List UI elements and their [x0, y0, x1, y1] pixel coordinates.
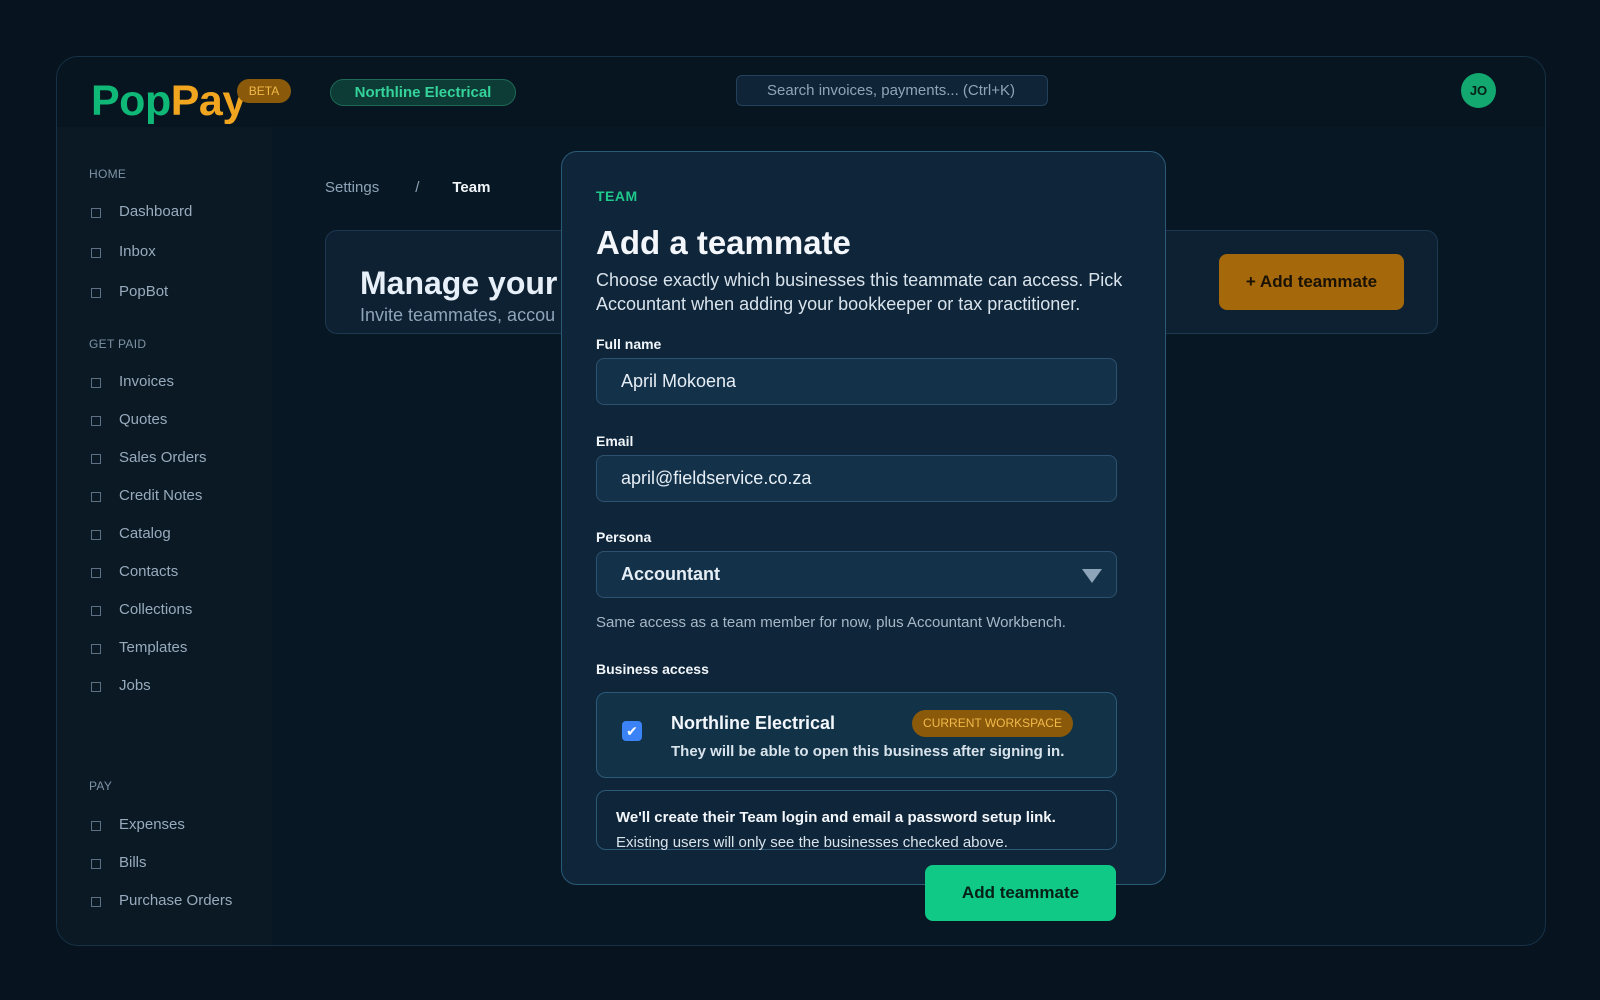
full-name-label: Full name	[596, 336, 662, 352]
sidebar-item-expenses[interactable]: Expenses	[91, 813, 185, 835]
logo: PopPay	[91, 77, 246, 125]
nav-icon	[91, 682, 101, 692]
beta-badge: BETA	[237, 79, 291, 103]
persona-select[interactable]: Accountant	[596, 551, 1117, 598]
sidebar-item-label: PopBot	[119, 282, 169, 300]
persona-label: Persona	[596, 529, 652, 545]
nav-icon	[91, 492, 101, 502]
nav-icon	[91, 568, 101, 578]
email-label: Email	[596, 433, 634, 449]
breadcrumb-current: Team	[452, 179, 491, 196]
dialog-title: Add a teammate	[596, 224, 851, 261]
sidebar: HOME Dashboard Inbox PopBot GET PAID Inv…	[57, 127, 272, 945]
invite-info-title: We'll create their Team login and email …	[616, 809, 1056, 826]
sidebar-item-bills[interactable]: Bills	[91, 851, 147, 873]
search-input[interactable]: Search invoices, payments... (Ctrl+K)	[736, 75, 1048, 106]
sidebar-item-invoices[interactable]: Invoices	[91, 370, 174, 392]
check-icon: ✔	[626, 723, 638, 739]
sidebar-section-home: HOME	[89, 167, 127, 181]
nav-icon	[91, 248, 101, 258]
sidebar-item-sales-orders[interactable]: Sales Orders	[91, 446, 207, 468]
nav-icon	[91, 530, 101, 540]
sidebar-item-jobs[interactable]: Jobs	[91, 674, 151, 696]
sidebar-item-label: Contacts	[119, 562, 179, 580]
nav-icon	[91, 454, 101, 464]
add-teammate-header-button[interactable]: + Add teammate	[1219, 254, 1404, 310]
sidebar-item-quotes[interactable]: Quotes	[91, 408, 167, 430]
current-workspace-badge: CURRENT WORKSPACE	[912, 710, 1073, 737]
add-teammate-dialog: TEAM Add a teammate Choose exactly which…	[561, 151, 1166, 885]
sidebar-item-label: Expenses	[119, 815, 185, 833]
breadcrumb-settings[interactable]: Settings	[325, 179, 379, 196]
nav-icon	[91, 606, 101, 616]
logo-pay: Pay	[170, 77, 247, 125]
sidebar-item-popbot[interactable]: PopBot	[91, 280, 168, 302]
sidebar-item-label: Dashboard	[119, 202, 193, 220]
nav-icon	[91, 644, 101, 654]
nav-icon	[91, 208, 101, 218]
nav-icon	[91, 416, 101, 426]
logo-pop: Pop	[91, 77, 171, 125]
sidebar-item-inbox[interactable]: Inbox	[91, 240, 156, 262]
nav-icon	[91, 897, 101, 907]
topbar: PopPay BETA Northline Electrical Search …	[57, 57, 1545, 127]
full-name-field[interactable]: April Mokoena	[596, 358, 1117, 405]
invite-info-card: We'll create their Team login and email …	[596, 790, 1117, 851]
business-access-label: Business access	[596, 661, 709, 677]
business-name: Northline Electrical	[671, 713, 836, 733]
nav-icon	[91, 821, 101, 831]
persona-hint: Same access as a team member for now, pl…	[596, 614, 1066, 631]
sidebar-section-get-paid: GET PAID	[89, 337, 147, 351]
sidebar-item-label: Inbox	[119, 242, 156, 260]
dialog-description: Choose exactly which businesses this tea…	[596, 270, 1123, 314]
add-teammate-submit-button[interactable]: Add teammate	[925, 865, 1116, 921]
nav-icon	[91, 378, 101, 388]
dialog-eyebrow: TEAM	[596, 188, 638, 204]
avatar[interactable]: JO	[1461, 73, 1496, 108]
sidebar-item-label: Invoices	[119, 372, 175, 390]
sidebar-item-label: Templates	[119, 638, 188, 656]
nav-icon	[91, 859, 101, 869]
business-switcher[interactable]: Northline Electrical	[330, 79, 516, 106]
sidebar-item-catalog[interactable]: Catalog	[91, 522, 171, 544]
sidebar-item-label: Credit Notes	[119, 486, 203, 504]
sidebar-item-label: Catalog	[119, 524, 171, 542]
breadcrumb-separator: /	[415, 179, 420, 196]
email-field[interactable]: april@fieldservice.co.za	[596, 455, 1117, 502]
sidebar-item-purchase-orders[interactable]: Purchase Orders	[91, 889, 232, 911]
persona-value: Accountant	[621, 564, 720, 584]
sidebar-item-label: Jobs	[119, 676, 151, 694]
sidebar-item-credit-notes[interactable]: Credit Notes	[91, 484, 202, 506]
invite-info-body: Existing users will only see the busines…	[616, 834, 1008, 851]
sidebar-item-contacts[interactable]: Contacts	[91, 560, 178, 582]
sidebar-item-label: Sales Orders	[119, 448, 207, 466]
sidebar-item-label: Collections	[119, 600, 193, 618]
page-subtitle: Invite teammates, accou	[360, 305, 556, 325]
sidebar-item-templates[interactable]: Templates	[91, 636, 187, 658]
chevron-down-icon	[1082, 569, 1102, 583]
page-title: Manage your	[360, 265, 558, 301]
sidebar-item-label: Bills	[119, 853, 147, 871]
sidebar-item-label: Quotes	[119, 410, 168, 428]
sidebar-section-pay: PAY	[89, 779, 113, 793]
sidebar-item-collections[interactable]: Collections	[91, 598, 192, 620]
business-access-checkbox[interactable]: ✔	[622, 721, 642, 741]
nav-icon	[91, 288, 101, 298]
business-access-description: They will be able to open this business …	[671, 743, 1065, 760]
sidebar-item-dashboard[interactable]: Dashboard	[91, 200, 192, 222]
business-access-option[interactable]: ✔ Northline Electrical CURRENT WORKSPACE…	[596, 692, 1117, 778]
sidebar-item-label: Purchase Orders	[119, 891, 233, 909]
breadcrumb: Settings / Team	[325, 179, 490, 196]
